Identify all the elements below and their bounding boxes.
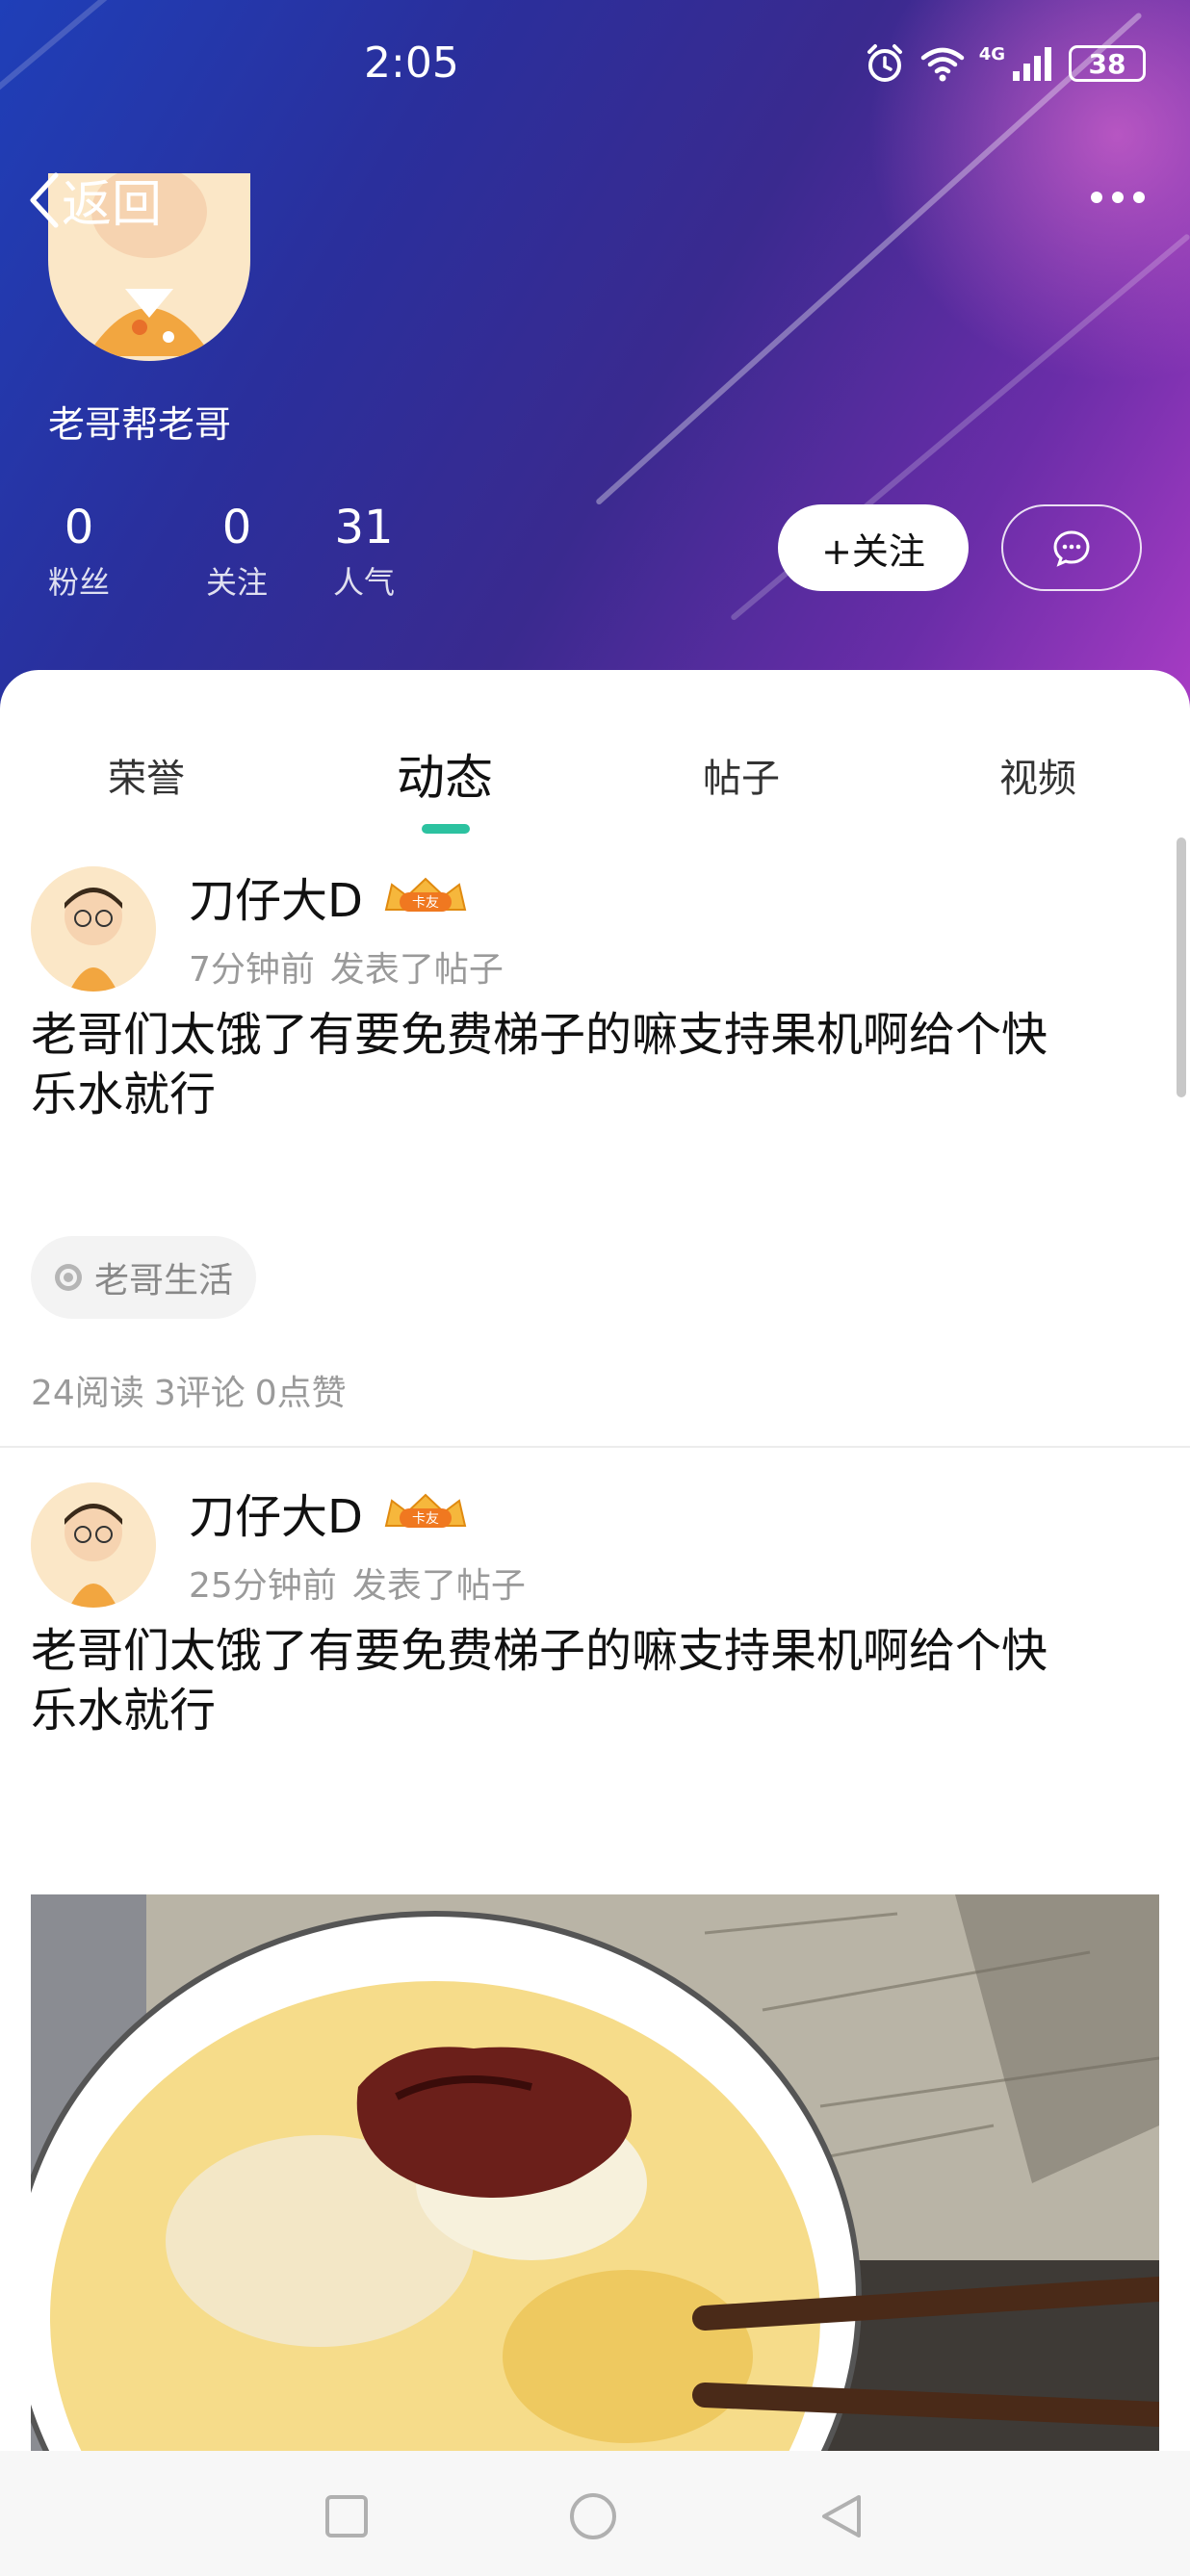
stat-value: 0 [221,501,252,554]
stat-following[interactable]: 0 关注 [173,501,300,603]
post-item[interactable]: 刀仔大D 卡友 7分钟前 发表了帖子 老哥们太饿了有要免费梯子的嘛支持果机啊给个快… [0,863,1190,1151]
comment-count[interactable]: 3评论 [154,1374,246,1413]
active-tab-indicator [422,824,470,834]
stat-fans[interactable]: 0 粉丝 [46,501,112,603]
post-action: 发表了帖子 [351,1566,526,1606]
post-stats: 24阅读 3评论 0点赞 [31,1365,347,1415]
message-button[interactable] [1001,504,1142,591]
post-meta: 7分钟前 发表了帖子 [189,941,504,992]
post-text-line: 老哥们太饿了有要免费梯子的嘛支持果机啊给个快 [31,1008,1048,1062]
profile-username: 老哥帮老哥 [48,403,232,446]
author-row: 刀仔大D 卡友 [189,863,469,930]
chevron-left-icon [30,172,59,227]
wifi-icon [920,47,964,82]
author-name[interactable]: 刀仔大D [189,1479,363,1546]
network-4g-label: 4G [978,44,1005,64]
post-divider [0,1446,1190,1448]
stat-label: 粉丝 [47,564,110,601]
more-dot [1112,192,1124,203]
topic-label: 老哥生活 [94,1261,234,1301]
battery-indicator: 38 [1069,45,1146,82]
stat-value: 0 [64,501,94,554]
more-options-button[interactable] [1084,183,1151,212]
member-badge: 卡友 [382,1491,469,1533]
author-row: 刀仔大D 卡友 [189,1479,469,1546]
like-count[interactable]: 0点赞 [255,1374,347,1413]
crown-badge-icon: 卡友 [384,1493,467,1528]
status-bar: 2:05 4G 38 [0,0,1190,135]
tab-activity[interactable]: 动态 [397,739,493,809]
post-item[interactable]: 刀仔大D 卡友 25分钟前 发表了帖子 老哥们太饿了有要免费梯子的嘛支持果机啊给个… [0,1479,1190,2491]
author-avatar[interactable] [31,866,156,992]
back-button[interactable]: 返回 [27,164,162,236]
follow-button[interactable]: +关注 [778,504,969,591]
target-icon [55,1264,82,1291]
crown-badge-icon: 卡友 [384,877,467,912]
more-dot [1133,192,1145,203]
system-navigation-bar [0,2451,1190,2576]
tab-honor[interactable]: 荣誉 [108,747,185,803]
profile-tabs: 荣誉 动态 帖子 视频 [0,670,1190,843]
back-label: 返回 [62,176,163,234]
status-icons: 4G 38 [864,42,1146,85]
stat-value: 31 [334,501,394,554]
tab-posts[interactable]: 帖子 [703,747,780,803]
post-text[interactable]: 老哥们太饿了有要免费梯子的嘛支持果机啊给个快 乐水就行 [31,1621,1167,1740]
home-icon[interactable] [568,2491,618,2541]
signal-icon [1013,47,1051,81]
profile-stats: 0 粉丝 0 关注 31 人气 [46,501,427,603]
post-image[interactable] [31,1894,1159,2491]
badge-text: 卡友 [412,895,439,911]
post-text-line: 乐水就行 [31,1068,217,1121]
avatar-illustration [31,866,156,992]
author-name[interactable]: 刀仔大D [189,863,363,930]
badge-text: 卡友 [412,1511,439,1527]
read-count: 24阅读 [31,1374,144,1413]
post-text-line: 乐水就行 [31,1684,217,1738]
author-avatar[interactable] [31,1482,156,1608]
post-text[interactable]: 老哥们太饿了有要免费梯子的嘛支持果机啊给个快 乐水就行 [31,1005,1167,1124]
tab-videos[interactable]: 视频 [999,747,1076,803]
post-text-line: 老哥们太饿了有要免费梯子的嘛支持果机啊给个快 [31,1624,1048,1678]
post-meta: 25分钟前 发表了帖子 [189,1558,526,1608]
stat-popularity: 31 人气 [300,501,427,603]
post-action: 发表了帖子 [329,950,504,990]
stat-label: 人气 [332,564,395,601]
chat-icon [1053,530,1090,567]
post-time: 7分钟前 [189,950,315,990]
status-time: 2:05 [364,39,459,88]
stat-label: 关注 [205,564,268,601]
member-badge: 卡友 [382,875,469,917]
content-panel: 荣誉 动态 帖子 视频 刀仔大D 卡友 7分钟前 发表了帖子 老哥们太饿了有要免… [0,670,1190,2576]
profile-header: 2:05 4G 38 返回 老哥帮老哥 0 粉丝 0 关注 31 人气 +关注 [0,0,1190,712]
post-time: 25分钟前 [189,1566,337,1606]
food-photo [31,1894,1159,2491]
recent-apps-icon[interactable] [322,2491,372,2541]
alarm-icon [867,44,902,82]
back-triangle-icon[interactable] [816,2491,867,2541]
topic-tag[interactable]: 老哥生活 [31,1236,257,1319]
avatar-illustration [31,1482,156,1608]
more-dot [1091,192,1102,203]
